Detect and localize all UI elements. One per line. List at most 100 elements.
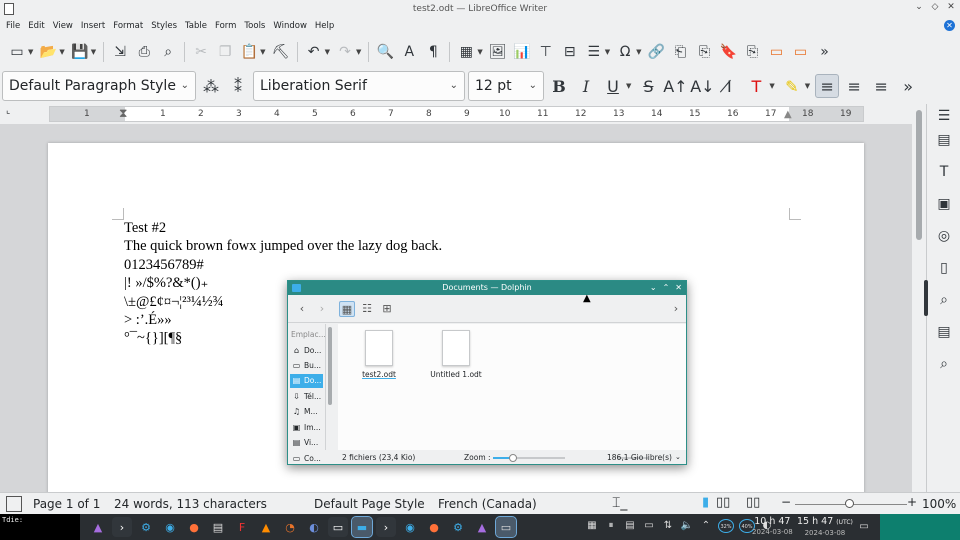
launcher-task-icon[interactable]: ▲	[472, 517, 492, 537]
open-folder-icon[interactable]: 📂	[37, 41, 59, 63]
align-right-icon[interactable]: ≡	[869, 74, 893, 98]
vlc-icon[interactable]: ▲	[256, 517, 276, 537]
cross-reference-icon[interactable]: ⎘	[742, 41, 764, 63]
dolphin-close-button[interactable]: ✕	[675, 281, 682, 295]
tray-expand-icon[interactable]: ⌃	[699, 519, 713, 533]
align-left-icon[interactable]: ≡	[815, 74, 840, 98]
new-document-icon[interactable]: ▭	[6, 41, 28, 63]
find-replace-icon[interactable]: 🔍	[374, 41, 396, 63]
insert-textbox-icon[interactable]: ⊤	[535, 41, 557, 63]
konsole-icon[interactable]: ▭	[328, 517, 348, 537]
single-page-view-icon[interactable]: ▮	[702, 495, 709, 510]
dolphin-zoom-slider[interactable]	[493, 454, 565, 462]
sidebar-menu-icon[interactable]: ☰	[934, 106, 954, 126]
sidebar-find-icon[interactable]: ⌕	[934, 354, 954, 374]
right-indent-marker-icon[interactable]: ▲	[784, 109, 792, 120]
insert-page-break-icon[interactable]: ⊟	[559, 41, 581, 63]
discover-icon[interactable]: ◉	[160, 517, 180, 537]
network-icon[interactable]: ⇅	[661, 519, 675, 533]
terminal-task-icon[interactable]: ›	[376, 517, 396, 537]
page-style[interactable]: Default Page Style	[314, 497, 425, 511]
clock-local[interactable]: 10 h 47 2024-03-08	[752, 517, 793, 537]
font-size-combo[interactable]: 12 pt ⌄	[468, 71, 544, 101]
clipboard-icon[interactable]: ▤	[623, 519, 637, 533]
media-player-icon[interactable]: ⏸	[604, 519, 618, 533]
place-videos[interactable]: ▤ Vi...	[290, 436, 323, 450]
file-item[interactable]: Untitled 1.odt	[420, 330, 492, 379]
save-dropdown-icon[interactable]: ▼	[91, 48, 96, 56]
zoom-slider-knob[interactable]	[845, 499, 854, 508]
italic-button[interactable]: I	[574, 74, 598, 98]
clear-formatting-icon[interactable]: I̸	[717, 74, 741, 98]
place-downloads[interactable]: ⇩ Tél...	[290, 390, 323, 404]
sidebar-properties-icon[interactable]: ▤	[934, 130, 954, 150]
volume-icon[interactable]: 🔈	[680, 519, 694, 533]
underline-dropdown-icon[interactable]: ▼	[626, 82, 631, 90]
page-count[interactable]: Page 1 of 1	[33, 497, 100, 511]
forward-icon[interactable]: ›	[314, 301, 330, 317]
menu-window[interactable]: Window	[269, 21, 311, 31]
display-icon[interactable]: ▭	[642, 519, 656, 533]
redo-dropdown-icon[interactable]: ▼	[356, 48, 361, 56]
cut-icon[interactable]: ✂	[190, 41, 212, 63]
subscript-icon[interactable]: A↓	[690, 74, 714, 98]
scrollbar-thumb[interactable]	[916, 110, 922, 240]
place-documents[interactable]: ▤ Do...	[290, 374, 323, 388]
dolphin-titlebar[interactable]: Documents — Dolphin ⌄ ⌃ ✕	[288, 281, 686, 295]
menu-edit[interactable]: Edit	[24, 21, 48, 31]
sidebar-page-icon[interactable]: ▯	[934, 258, 954, 278]
open-dropdown-icon[interactable]: ▼	[59, 48, 64, 56]
menu-insert[interactable]: Insert	[77, 21, 109, 31]
file-item[interactable]: test2.odt	[343, 330, 415, 379]
print-preview-icon[interactable]: ⌕	[157, 41, 179, 63]
insert-table-icon[interactable]: ▦	[455, 41, 477, 63]
sidebar-style-inspector-icon[interactable]: ⌕	[934, 290, 954, 310]
tab-stop-selector-icon[interactable]: ⌞	[6, 106, 10, 116]
copy-icon[interactable]: ❐	[214, 41, 236, 63]
cpu-monitor-1[interactable]: 32%	[718, 519, 734, 533]
export-pdf-icon[interactable]: ⇲	[109, 41, 131, 63]
ruler-bar[interactable]: 1 1 2 3 4 5 6 7 8 9 10 11 12 13 14 15 16…	[49, 106, 864, 122]
paste-dropdown-icon[interactable]: ▼	[260, 48, 265, 56]
settings-icon[interactable]: ⚙	[136, 517, 156, 537]
undo-icon[interactable]: ↶	[303, 41, 325, 63]
menu-help[interactable]: Help	[311, 21, 338, 31]
place-desktop[interactable]: ▭ Bu...	[290, 359, 323, 373]
menu-table[interactable]: Table	[181, 21, 211, 31]
superscript-icon[interactable]: A↑	[663, 74, 687, 98]
steam-icon[interactable]: ◐	[304, 517, 324, 537]
place-music[interactable]: ♫ M...	[290, 405, 323, 419]
compact-view-icon[interactable]: ☷	[359, 301, 375, 317]
formatting-marks-icon[interactable]: ¶	[422, 41, 444, 63]
font-color-dropdown-icon[interactable]: ▼	[769, 82, 774, 90]
footnote-icon[interactable]: ⎗	[670, 41, 692, 63]
book-view-icon[interactable]: ▯▯	[746, 495, 760, 510]
highlight-color-icon[interactable]: ✎	[780, 74, 804, 98]
menu-styles[interactable]: Styles	[147, 21, 181, 31]
free-space-dropdown-icon[interactable]: ⌄	[675, 450, 681, 465]
underline-button[interactable]: U	[601, 74, 625, 98]
terminal-icon[interactable]: ›	[112, 517, 132, 537]
sidebar-collapse-handle[interactable]	[924, 280, 928, 316]
sidebar-styles-icon[interactable]: T	[934, 162, 954, 182]
font-color-icon[interactable]: T	[744, 74, 768, 98]
text-language[interactable]: French (Canada)	[438, 497, 537, 511]
save-status-icon[interactable]	[6, 496, 22, 512]
paste-icon[interactable]: 📋	[238, 41, 260, 63]
places-scrollbar[interactable]	[328, 327, 332, 405]
spelling-icon[interactable]: A	[398, 41, 420, 63]
dolphin-minimize-button[interactable]: ⌄	[650, 281, 657, 295]
dolphin-task-icon[interactable]: ▬	[351, 516, 373, 538]
field-dropdown-icon[interactable]: ▼	[605, 48, 610, 56]
new-dropdown-icon[interactable]: ▼	[28, 48, 33, 56]
minimize-button[interactable]: ⌄	[914, 2, 924, 12]
details-view-icon[interactable]: ⊞	[379, 301, 395, 317]
insert-field-icon[interactable]: ☰	[583, 41, 605, 63]
dolphin-maximize-button[interactable]: ⌃	[663, 281, 670, 295]
multi-page-view-icon[interactable]: ▯▯	[716, 495, 730, 510]
filezilla-icon[interactable]: F	[232, 517, 252, 537]
keyboard-icon[interactable]: ▦	[585, 519, 599, 533]
indent-marker-icon[interactable]: ⧗	[119, 106, 127, 121]
update-style-icon[interactable]: ⁂	[199, 74, 223, 98]
strikethrough-icon[interactable]: S	[636, 74, 660, 98]
